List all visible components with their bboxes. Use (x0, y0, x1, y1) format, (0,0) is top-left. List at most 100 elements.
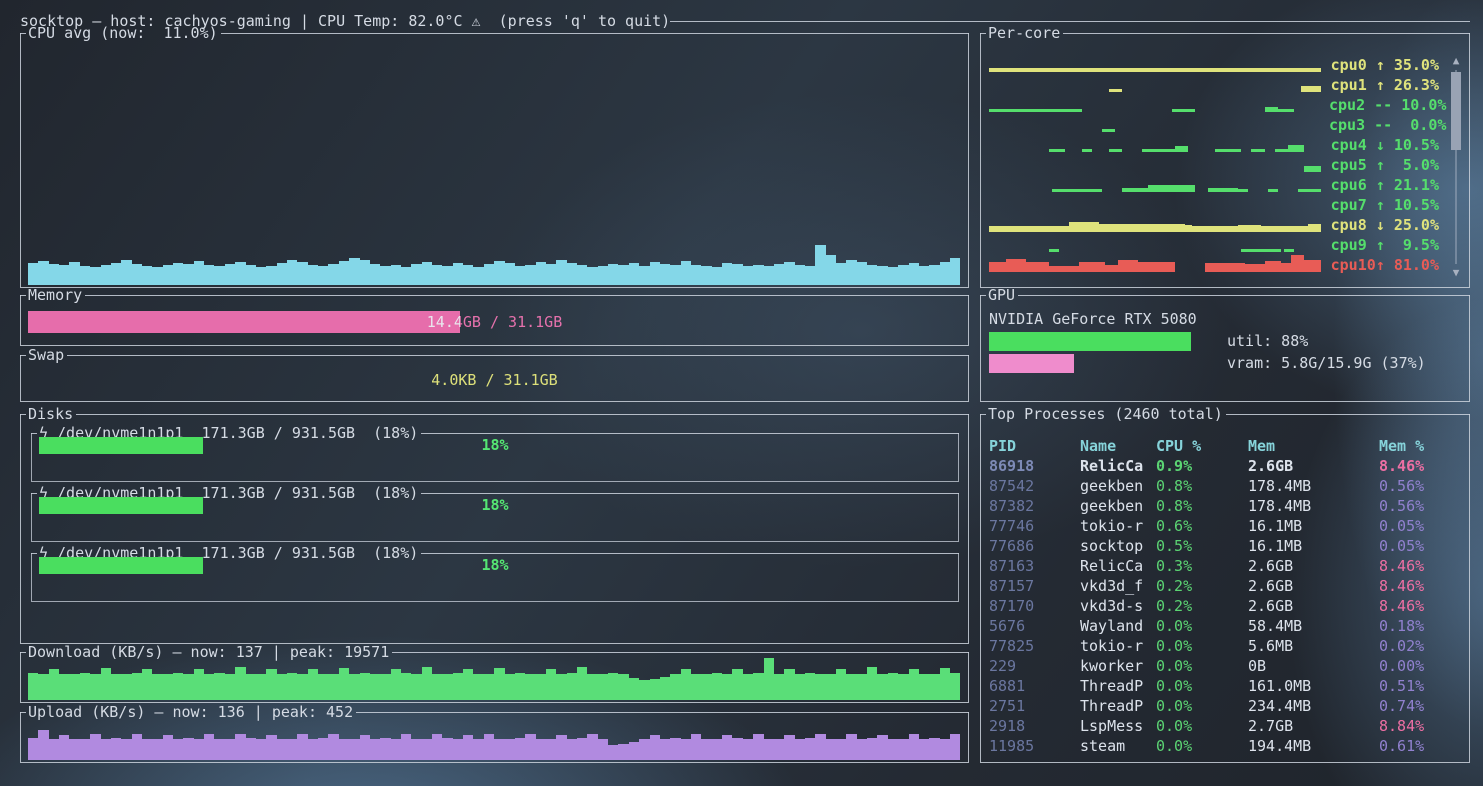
chart-bar (774, 739, 784, 760)
sparkline-segment (1118, 260, 1138, 272)
process-cell: kworker (1080, 656, 1156, 676)
chart-bar (442, 266, 452, 285)
process-cell: 0.2% (1156, 596, 1248, 616)
sparkline-segment (989, 68, 1321, 72)
chart-bar (163, 265, 173, 285)
process-row[interactable]: 87542geekben0.8%178.4MB0.56% (989, 476, 1463, 496)
chart-bar (784, 735, 794, 760)
chart-bar (877, 266, 887, 285)
process-cell: 2.6GB (1248, 556, 1379, 576)
column-header[interactable]: Mem (1248, 436, 1379, 456)
process-row[interactable]: 87170vkd3d-s0.2%2.6GB8.46% (989, 596, 1463, 616)
chart-bar (59, 674, 69, 700)
process-row[interactable]: 2751ThreadP0.0%234.4MB0.74% (989, 696, 1463, 716)
process-row[interactable]: 87163RelicCa0.3%2.6GB8.46% (989, 556, 1463, 576)
process-cell: 77746 (989, 516, 1080, 536)
chart-bar (846, 734, 856, 760)
core-row: cpu3 -- 0.0% (989, 115, 1439, 135)
process-row[interactable]: 11985steam0.0%194.4MB0.61% (989, 736, 1463, 756)
process-row[interactable]: 6881ThreadP0.0%161.0MB0.51% (989, 676, 1463, 696)
scrollbar-thumb[interactable] (1451, 72, 1461, 150)
disk-usage-label: 18% (32, 557, 958, 574)
process-cell: Wayland (1080, 616, 1156, 636)
swap-title: Swap (26, 345, 67, 365)
chart-bar (328, 674, 338, 700)
chart-bar (38, 261, 48, 285)
chart-bar (639, 739, 649, 760)
chart-bar (297, 674, 307, 700)
disks-panel: Disks ϟ/dev/nvme1n1p1 171.3GB / 931.5GB … (20, 414, 969, 644)
column-header[interactable]: CPU % (1156, 436, 1248, 456)
process-row[interactable]: 87382geekben0.8%178.4MB0.56% (989, 496, 1463, 516)
chart-bar (929, 265, 939, 285)
process-row[interactable]: 5676Wayland0.0%58.4MB0.18% (989, 616, 1463, 636)
scroll-down-icon[interactable]: ▼ (1449, 266, 1463, 280)
sparkline-segment (1284, 249, 1294, 252)
chart-bar (297, 734, 307, 760)
sparkline-segment (1049, 249, 1059, 252)
chart-bar (732, 738, 742, 760)
disk-usage-label: 18% (32, 497, 958, 514)
chart-bar (909, 263, 919, 285)
process-table-header: PIDNameCPU %MemMem % (989, 436, 1463, 456)
chart-bar (681, 739, 691, 760)
chart-bar (598, 266, 608, 285)
process-row[interactable]: 77825tokio-r0.0%5.6MB0.02% (989, 636, 1463, 656)
process-row[interactable]: 77746tokio-r0.6%16.1MB0.05% (989, 516, 1463, 536)
chart-bar (950, 258, 960, 285)
chart-bar (183, 738, 193, 760)
sparkline-segment (1069, 222, 1099, 232)
chart-bar (556, 260, 566, 285)
core-row: cpu8 ↓ 25.0% (989, 215, 1439, 235)
gpu-name: NVIDIA GeForce RTX 5080 (989, 309, 1461, 329)
chart-bar (929, 738, 939, 760)
chart-bar (826, 674, 836, 700)
sparkline-segment (1109, 89, 1122, 92)
process-row[interactable]: 86918RelicCa0.9%2.6GB8.46% (989, 456, 1463, 476)
sparkline-segment (1079, 262, 1106, 272)
chart-bar (287, 673, 297, 700)
cpu-avg-panel: CPU avg (now: 11.0%) (20, 33, 969, 288)
process-cell: 0.05% (1379, 536, 1463, 556)
chart-bar (318, 738, 328, 760)
column-header[interactable]: PID (989, 436, 1080, 456)
chart-bar (411, 739, 421, 760)
chart-bar (805, 673, 815, 700)
chart-bar (453, 263, 463, 285)
process-cell: LspMess (1080, 716, 1156, 736)
chart-bar (401, 267, 411, 285)
process-row[interactable]: 77686socktop0.5%16.1MB0.05% (989, 536, 1463, 556)
sparkline-segment (1304, 260, 1321, 272)
sparkline-segment (1175, 146, 1188, 152)
chart-bar (701, 739, 711, 760)
chart-bar (857, 739, 867, 760)
process-cell: 87382 (989, 496, 1080, 516)
chart-bar (49, 264, 59, 285)
process-row[interactable]: 229kworker0.0%0B0.00% (989, 656, 1463, 676)
process-row[interactable]: 87157vkd3d_f0.2%2.6GB8.46% (989, 576, 1463, 596)
chart-bar (784, 262, 794, 285)
chart-bar (246, 265, 256, 285)
chart-bar (152, 739, 162, 760)
chart-bar (950, 673, 960, 700)
process-cell: 0.2% (1156, 576, 1248, 596)
chart-bar (639, 266, 649, 285)
process-row[interactable]: 2918LspMess0.0%2.7GB8.84% (989, 716, 1463, 736)
process-cell: 0.05% (1379, 516, 1463, 536)
chart-bar (463, 735, 473, 760)
column-header[interactable]: Name (1080, 436, 1156, 456)
sparkline-segment (1238, 189, 1248, 192)
chart-bar (90, 674, 100, 700)
core-label: cpu7 ↑ 10.5% (1329, 195, 1439, 215)
chart-bar (940, 668, 950, 700)
upload-panel: Upload (KB/s) — now: 136 | peak: 452 (20, 712, 969, 763)
scroll-up-icon[interactable]: ▲ (1449, 54, 1463, 68)
column-header[interactable]: Mem % (1379, 436, 1463, 456)
chart-bar (805, 738, 815, 760)
per-core-scrollbar[interactable]: ▲ ▼ (1449, 54, 1463, 280)
chart-bar (660, 739, 670, 760)
gpu-vram-label: vram: 5.8G/15.9G (37%) (1227, 353, 1426, 373)
process-cell: tokio-r (1080, 516, 1156, 536)
memory-title: Memory (26, 285, 85, 305)
core-row: cpu10↑ 81.0% (989, 255, 1439, 275)
